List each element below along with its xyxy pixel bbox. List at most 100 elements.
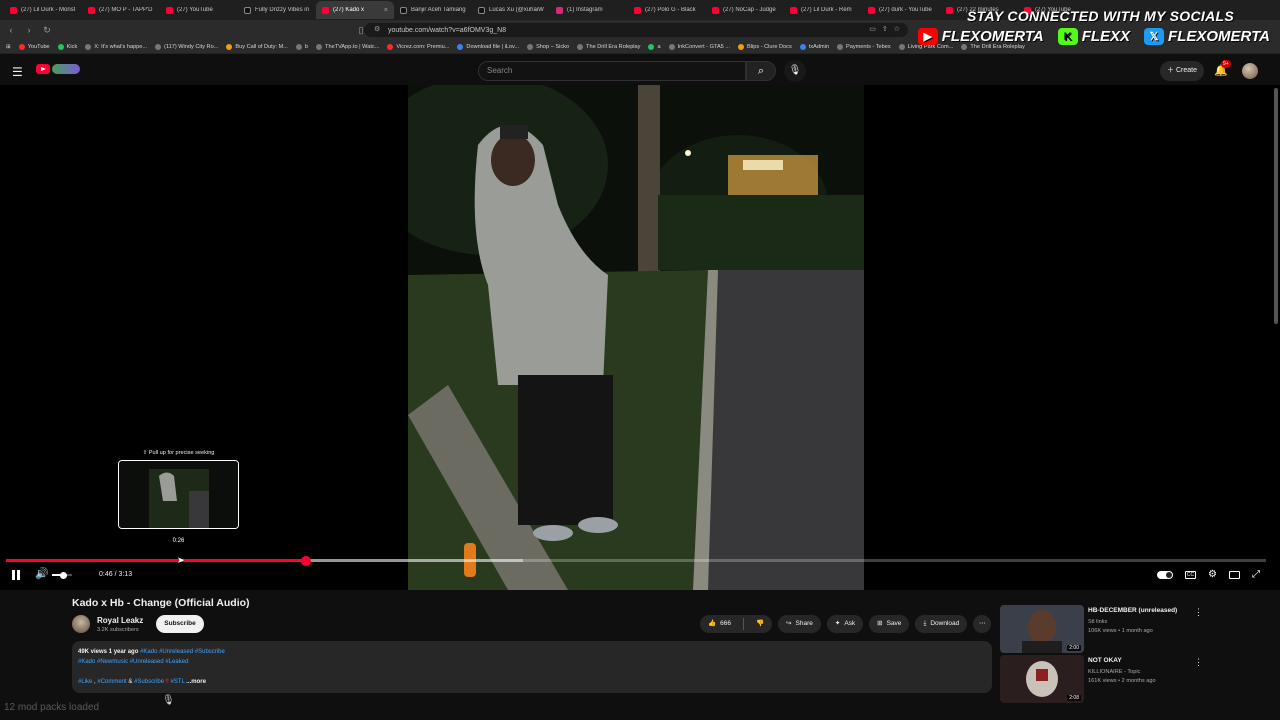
page-scrollbar[interactable] [1274, 88, 1278, 324]
more-vertical-icon[interactable]: ⋮ [1194, 607, 1203, 618]
channel-name[interactable]: Royal Leakz [97, 616, 143, 625]
pause-icon[interactable] [12, 570, 20, 580]
like-button[interactable]: 👍 666 [700, 615, 739, 633]
video-player[interactable]: ⇧ Pull up for precise seeking 0:26 ➤ 🔊 0… [0, 85, 1280, 590]
volume-icon[interactable]: 🔊 [35, 567, 49, 580]
bookmark-favicon [18, 43, 25, 50]
bookmark-item[interactable]: Shop – Sicko [527, 43, 569, 50]
video-description[interactable]: 49K views 1 year ago #Kado #Unreleased #… [72, 641, 992, 693]
bookmark-item[interactable]: YouTube [18, 43, 50, 50]
scrubber-handle[interactable] [300, 555, 311, 566]
more-vertical-icon[interactable]: ⋮ [1194, 657, 1203, 668]
related-channel[interactable]: KILLIONAIRE - Topic [1088, 669, 1140, 675]
youtube-icon [712, 6, 719, 14]
hashtag-comment[interactable]: #Comment [97, 679, 126, 685]
captions-icon[interactable]: CC [1185, 570, 1197, 579]
reload-icon[interactable]: ↻ [40, 25, 54, 36]
bookmark-item[interactable]: txAdmin [799, 43, 829, 50]
more-actions-button[interactable]: ⋯ [973, 615, 992, 633]
bookmark-item[interactable]: X: It's what's happe... [85, 43, 147, 50]
browser-tab[interactable]: (27) NoCap - Judge [706, 1, 784, 19]
youtube-logo[interactable] [36, 64, 80, 74]
show-more-link[interactable]: ...more [186, 679, 206, 685]
related-thumbnail[interactable]: 2:00 [1000, 605, 1084, 653]
bookmark-item[interactable]: b [295, 43, 308, 50]
site-info-icon[interactable]: ⚙ [374, 25, 380, 33]
hashtags-header[interactable]: #Kado #Unreleased #Subscribe [140, 649, 225, 655]
browser-tab[interactable]: (27) YouTube [160, 1, 238, 19]
youtube-icon [322, 6, 329, 14]
browser-tab[interactable]: (27) Polo G - Black [628, 1, 706, 19]
bookmark-item[interactable]: Vicrez.com: Premiu... [387, 43, 449, 50]
related-video[interactable]: 2:00 HB-DECEMBER (unreleased) Stl links … [1000, 605, 1210, 653]
fullscreen-icon[interactable]: ⤢ [1252, 569, 1260, 580]
bookmark-item[interactable]: Buy Call of Duty: M... [226, 43, 288, 50]
save-button[interactable]: ⊞ Save [869, 615, 910, 633]
volume-handle[interactable] [59, 571, 67, 579]
bookmark-item[interactable]: Download file | iLov... [457, 43, 519, 50]
ask-button[interactable]: ✦ Ask [826, 615, 864, 633]
browser-tab[interactable]: (27) Lil Durk - Monst [4, 1, 82, 19]
tab-label: (27) Polo G - Black [645, 7, 696, 13]
address-bar[interactable]: ⚙ youtube.com/watch?v=a6fOMV3g_N8 ▭ ⇪ ☆ [364, 23, 908, 37]
related-video[interactable]: 2:08 NOT OKAY KILLIONAIRE - Topic 161K v… [1000, 655, 1210, 703]
browser-tab[interactable]: Fully Drizzy Vibes in [238, 1, 316, 19]
tiktok-icon [478, 6, 485, 14]
share-button[interactable]: ↪ Share [778, 615, 821, 633]
video-frame[interactable] [408, 85, 864, 590]
related-title[interactable]: HB-DECEMBER (unreleased) [1088, 607, 1177, 614]
bookmark-item[interactable]: The Drill Era Roleplay [577, 43, 640, 50]
download-button[interactable]: ⤓ Download [915, 615, 968, 633]
desc-comma: , [94, 679, 96, 685]
bookmark-item[interactable]: Kick [57, 43, 77, 50]
browser-tab[interactable]: Banjir Aceh Tamiang [394, 1, 472, 19]
search-button[interactable]: ⌕ [746, 61, 776, 81]
dislike-button[interactable]: 👎 [748, 615, 772, 633]
install-app-icon[interactable]: ▭ [869, 25, 876, 33]
theater-mode-icon[interactable] [1229, 570, 1240, 579]
browser-tab[interactable]: (27) durk - YouTube [862, 1, 940, 19]
volume-slider[interactable] [52, 571, 72, 579]
notifications-button[interactable]: 🔔 9+ [1214, 60, 1231, 77]
browser-tab[interactable]: (27) MO P - TAPP'D [82, 1, 160, 19]
progress-bar[interactable] [6, 555, 1266, 566]
bookmark-item[interactable]: a [648, 43, 661, 50]
related-title[interactable]: NOT OKAY [1088, 657, 1122, 664]
back-icon[interactable]: ‹ [4, 25, 18, 35]
related-thumbnail[interactable]: 2:08 [1000, 655, 1084, 703]
settings-icon[interactable]: ⚙ [1208, 569, 1217, 580]
bookmark-item[interactable]: TheTVApp.to | Watc... [316, 43, 379, 50]
like-count: 666 [720, 620, 731, 627]
channel-avatar[interactable] [72, 615, 90, 633]
search-input[interactable]: Search [478, 61, 746, 81]
forward-icon[interactable]: › [22, 25, 36, 35]
browser-tab[interactable]: Lucas Xu (@xuhaiW [472, 1, 550, 19]
share-page-icon[interactable]: ⇪ [882, 25, 888, 33]
bookmark-label: txAdmin [808, 43, 829, 50]
bookmark-item[interactable]: (117) Windy City Ro... [155, 43, 218, 50]
menu-icon[interactable]: ☰ [12, 65, 23, 79]
save-playlist-icon: ⊞ [877, 620, 883, 627]
account-avatar[interactable] [1242, 63, 1258, 79]
hashtag-like[interactable]: #Like [78, 679, 92, 685]
bookmark-item[interactable]: InkConvert - GTA5 ... [668, 43, 730, 50]
hashtag-stl[interactable]: #STL [170, 679, 184, 685]
star-icon[interactable]: ☆ [894, 25, 900, 33]
autoplay-toggle[interactable] [1157, 570, 1174, 579]
create-button[interactable]: ＋ Create [1160, 61, 1204, 81]
hashtag-subscribe[interactable]: #Subscribe [134, 679, 164, 685]
browser-tab[interactable]: (27) Lil Durk - Rem [784, 1, 862, 19]
browser-tab[interactable]: (27) Kado x × [316, 1, 394, 19]
voice-search-button[interactable]: 🎙 [784, 60, 806, 82]
bookmark-favicon [57, 43, 64, 50]
close-tab-icon[interactable]: × [384, 7, 388, 14]
bookmark-item[interactable]: Blips - Clure Docs [738, 43, 792, 50]
browser-tab[interactable]: (1) Instagram [550, 1, 628, 19]
apps-grid-icon[interactable]: ⊞ [6, 44, 11, 50]
description-hashtags[interactable]: #Kado #Newmusic #Unreleased #Leaked [78, 657, 986, 667]
subscribe-button[interactable]: Subscribe [156, 615, 204, 633]
x-icon: 𝕏 [1144, 28, 1165, 45]
related-channel[interactable]: Stl links [1088, 619, 1107, 625]
bookmark-item[interactable]: Payments - Tebex [837, 43, 891, 50]
